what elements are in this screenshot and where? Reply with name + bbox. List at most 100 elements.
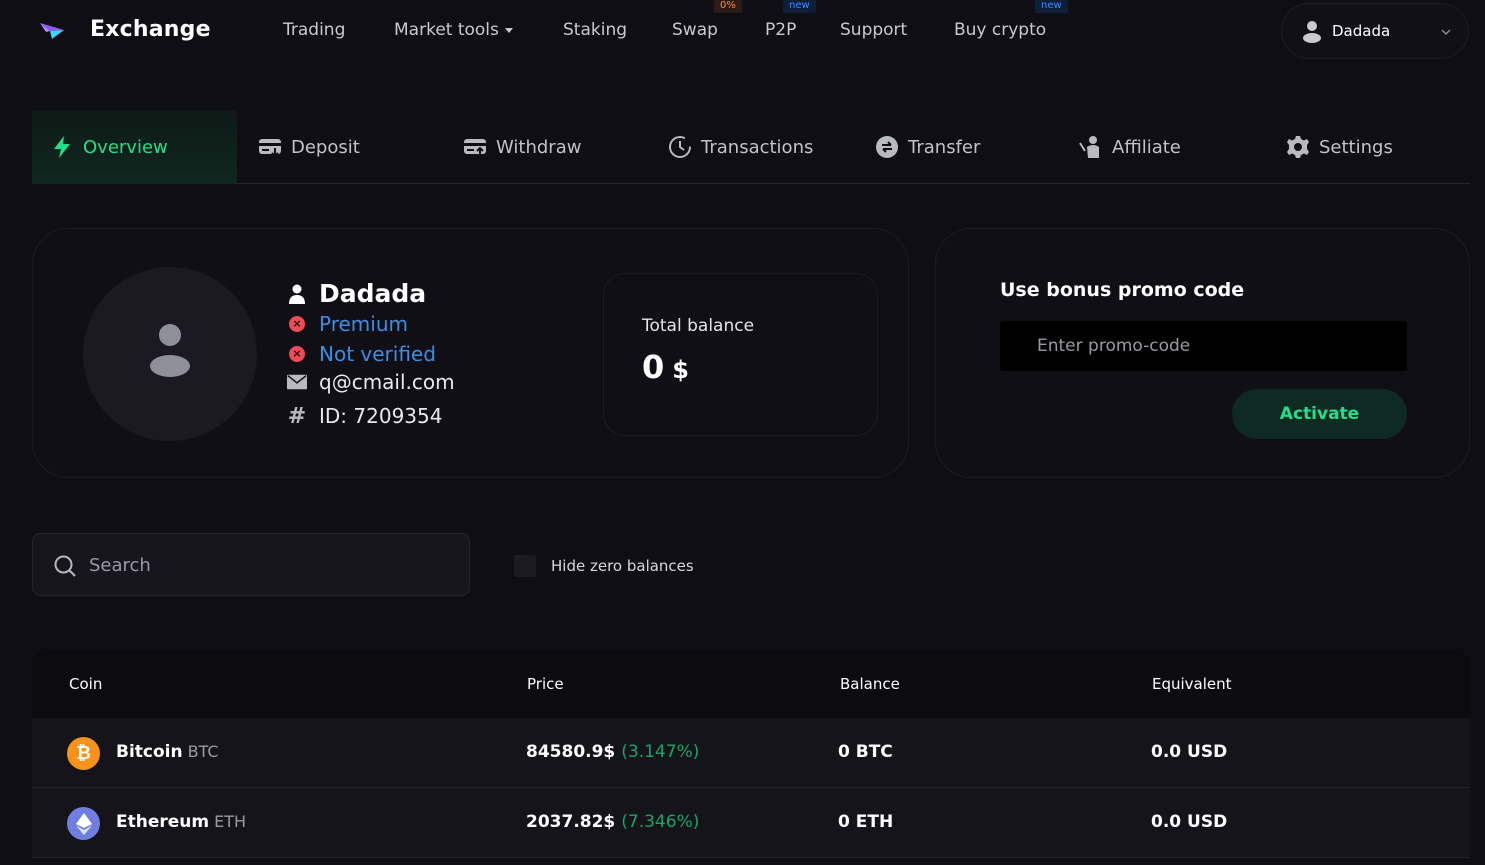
tab-settings-label: Settings (1319, 136, 1393, 158)
tab-transfer-label: Transfer (908, 136, 981, 158)
bitcoin-icon: ₿ (67, 737, 100, 770)
user-menu-button[interactable]: Dadada (1281, 3, 1469, 59)
coin-price: 2037.82$ (7.346%) (526, 812, 699, 832)
user-icon (1303, 21, 1321, 43)
balance-currency: $ (672, 356, 689, 384)
hide-zero-checkbox[interactable] (514, 555, 536, 577)
search-input[interactable] (89, 544, 449, 586)
profile-name-row: Dadada (287, 279, 426, 308)
error-x-icon: × (287, 344, 307, 364)
nav-buy-crypto[interactable]: Buy crypto (954, 20, 1046, 40)
profile-card: Dadada × Premium × Not verified q@cmail.… (32, 228, 909, 478)
coin-ticker: ETH (214, 812, 247, 831)
deposit-card-icon (259, 139, 281, 158)
tab-transactions-label: Transactions (701, 136, 814, 158)
total-balance-label: Total balance (642, 316, 755, 336)
verification-status-link[interactable]: Not verified (319, 342, 436, 366)
affiliate-icon (1079, 136, 1099, 158)
column-header-price: Price (527, 675, 564, 693)
tab-withdraw-label: Withdraw (496, 136, 582, 158)
user-avatar-icon (150, 324, 190, 377)
coin-equivalent: 0.0 USD (1151, 812, 1228, 832)
p2p-badge: new (783, 0, 816, 13)
profile-id: ID: 7209354 (319, 404, 443, 428)
tab-overview[interactable]: Overview (32, 110, 237, 184)
tab-affiliate-label: Affiliate (1112, 136, 1181, 158)
coin-name-text: Bitcoin (116, 742, 183, 762)
tab-transfer[interactable]: Transfer (875, 110, 980, 184)
column-header-coin: Coin (69, 675, 103, 693)
tab-withdraw[interactable]: Withdraw (463, 110, 581, 184)
tab-settings[interactable]: Settings (1286, 110, 1393, 184)
withdraw-card-icon (464, 139, 486, 156)
brand-name: Exchange (90, 17, 211, 42)
coin-balance: 0 BTC (838, 742, 893, 762)
coin-name: Ethereum ETH (116, 812, 246, 832)
coin-price: 84580.9$ (3.147%) (526, 742, 699, 762)
tab-transactions[interactable]: Transactions (668, 110, 813, 184)
user-menu-name: Dadada (1332, 22, 1391, 40)
gear-icon (1287, 136, 1309, 158)
table-row[interactable]: ₿ Bitcoin BTC 84580.9$ (3.147%) 0 BTC 0.0 … (32, 718, 1470, 788)
coin-name: Bitcoin BTC (116, 742, 219, 762)
profile-email: q@cmail.com (319, 370, 455, 394)
profile-tier-row: × Premium (287, 312, 408, 336)
coin-equivalent: 0.0 USD (1151, 742, 1228, 762)
brand-logo[interactable]: Exchange (38, 17, 211, 43)
total-balance-value: 0 $ (642, 348, 689, 386)
lightning-icon (54, 136, 70, 158)
promo-card: Use bonus promo code Activate (935, 228, 1470, 478)
nav-market-tools[interactable]: Market tools (394, 20, 513, 40)
promo-title: Use bonus promo code (1000, 279, 1245, 301)
coin-price-value: 84580.9$ (526, 742, 616, 762)
profile-email-row: q@cmail.com (287, 370, 455, 394)
nav-trading[interactable]: Trading (283, 20, 345, 40)
logo-icon (40, 23, 64, 39)
balance-amount: 0 (642, 348, 665, 386)
tab-overview-label: Overview (83, 136, 168, 158)
ethereum-icon (67, 807, 100, 840)
coin-price-change: (3.147%) (621, 742, 700, 762)
coin-name-text: Ethereum (116, 812, 210, 832)
transfer-icon (876, 136, 898, 158)
nav-p2p[interactable]: P2P (765, 20, 796, 40)
mail-icon (287, 372, 307, 392)
profile-name: Dadada (319, 279, 427, 308)
column-header-balance: Balance (840, 675, 900, 693)
nav-support[interactable]: Support (840, 20, 907, 40)
avatar (83, 267, 257, 441)
nav-swap[interactable]: Swap (672, 20, 718, 40)
balances-table: Coin Price Balance Equivalent ₿ Bitcoin B… (32, 650, 1470, 858)
caret-down-icon (504, 27, 513, 33)
coin-ticker: BTC (187, 742, 219, 761)
promo-code-input[interactable] (1000, 321, 1407, 371)
hide-zero-toggle[interactable]: Hide zero balances (514, 555, 694, 577)
nav-staking[interactable]: Staking (563, 20, 627, 40)
coin-price-value: 2037.82$ (526, 812, 616, 832)
coin-balance: 0 ETH (838, 812, 894, 832)
profile-verification-row: × Not verified (287, 342, 436, 366)
coin-price-change: (7.346%) (621, 812, 700, 832)
tab-affiliate[interactable]: Affiliate (1079, 110, 1181, 184)
top-header: Exchange Trading Market tools Staking Sw… (0, 0, 1485, 64)
tab-deposit-label: Deposit (291, 136, 360, 158)
history-icon (669, 136, 691, 158)
table-header: Coin Price Balance Equivalent (32, 650, 1470, 718)
nav-market-tools-label: Market tools (394, 20, 499, 40)
hash-icon: # (287, 403, 307, 429)
search-icon (54, 555, 76, 577)
profile-tier-link[interactable]: Premium (319, 312, 408, 336)
profile-id-row: # ID: 7209354 (287, 403, 443, 429)
coin-search-box (32, 533, 470, 596)
hide-zero-label: Hide zero balances (551, 557, 694, 575)
total-balance-box: Total balance 0 $ (603, 273, 878, 436)
tab-deposit[interactable]: Deposit (258, 110, 360, 184)
chevron-down-icon (1441, 29, 1451, 36)
column-header-equivalent: Equivalent (1152, 675, 1232, 693)
account-tabs: Overview Deposit Withdraw Transactions T… (32, 110, 1470, 184)
activate-button[interactable]: Activate (1232, 389, 1407, 439)
error-x-icon: × (287, 314, 307, 334)
table-row[interactable]: Ethereum ETH 2037.82$ (7.346%) 0 ETH 0.0 U… (32, 788, 1470, 858)
user-icon (287, 284, 307, 304)
buy-crypto-badge: new (1035, 0, 1068, 13)
